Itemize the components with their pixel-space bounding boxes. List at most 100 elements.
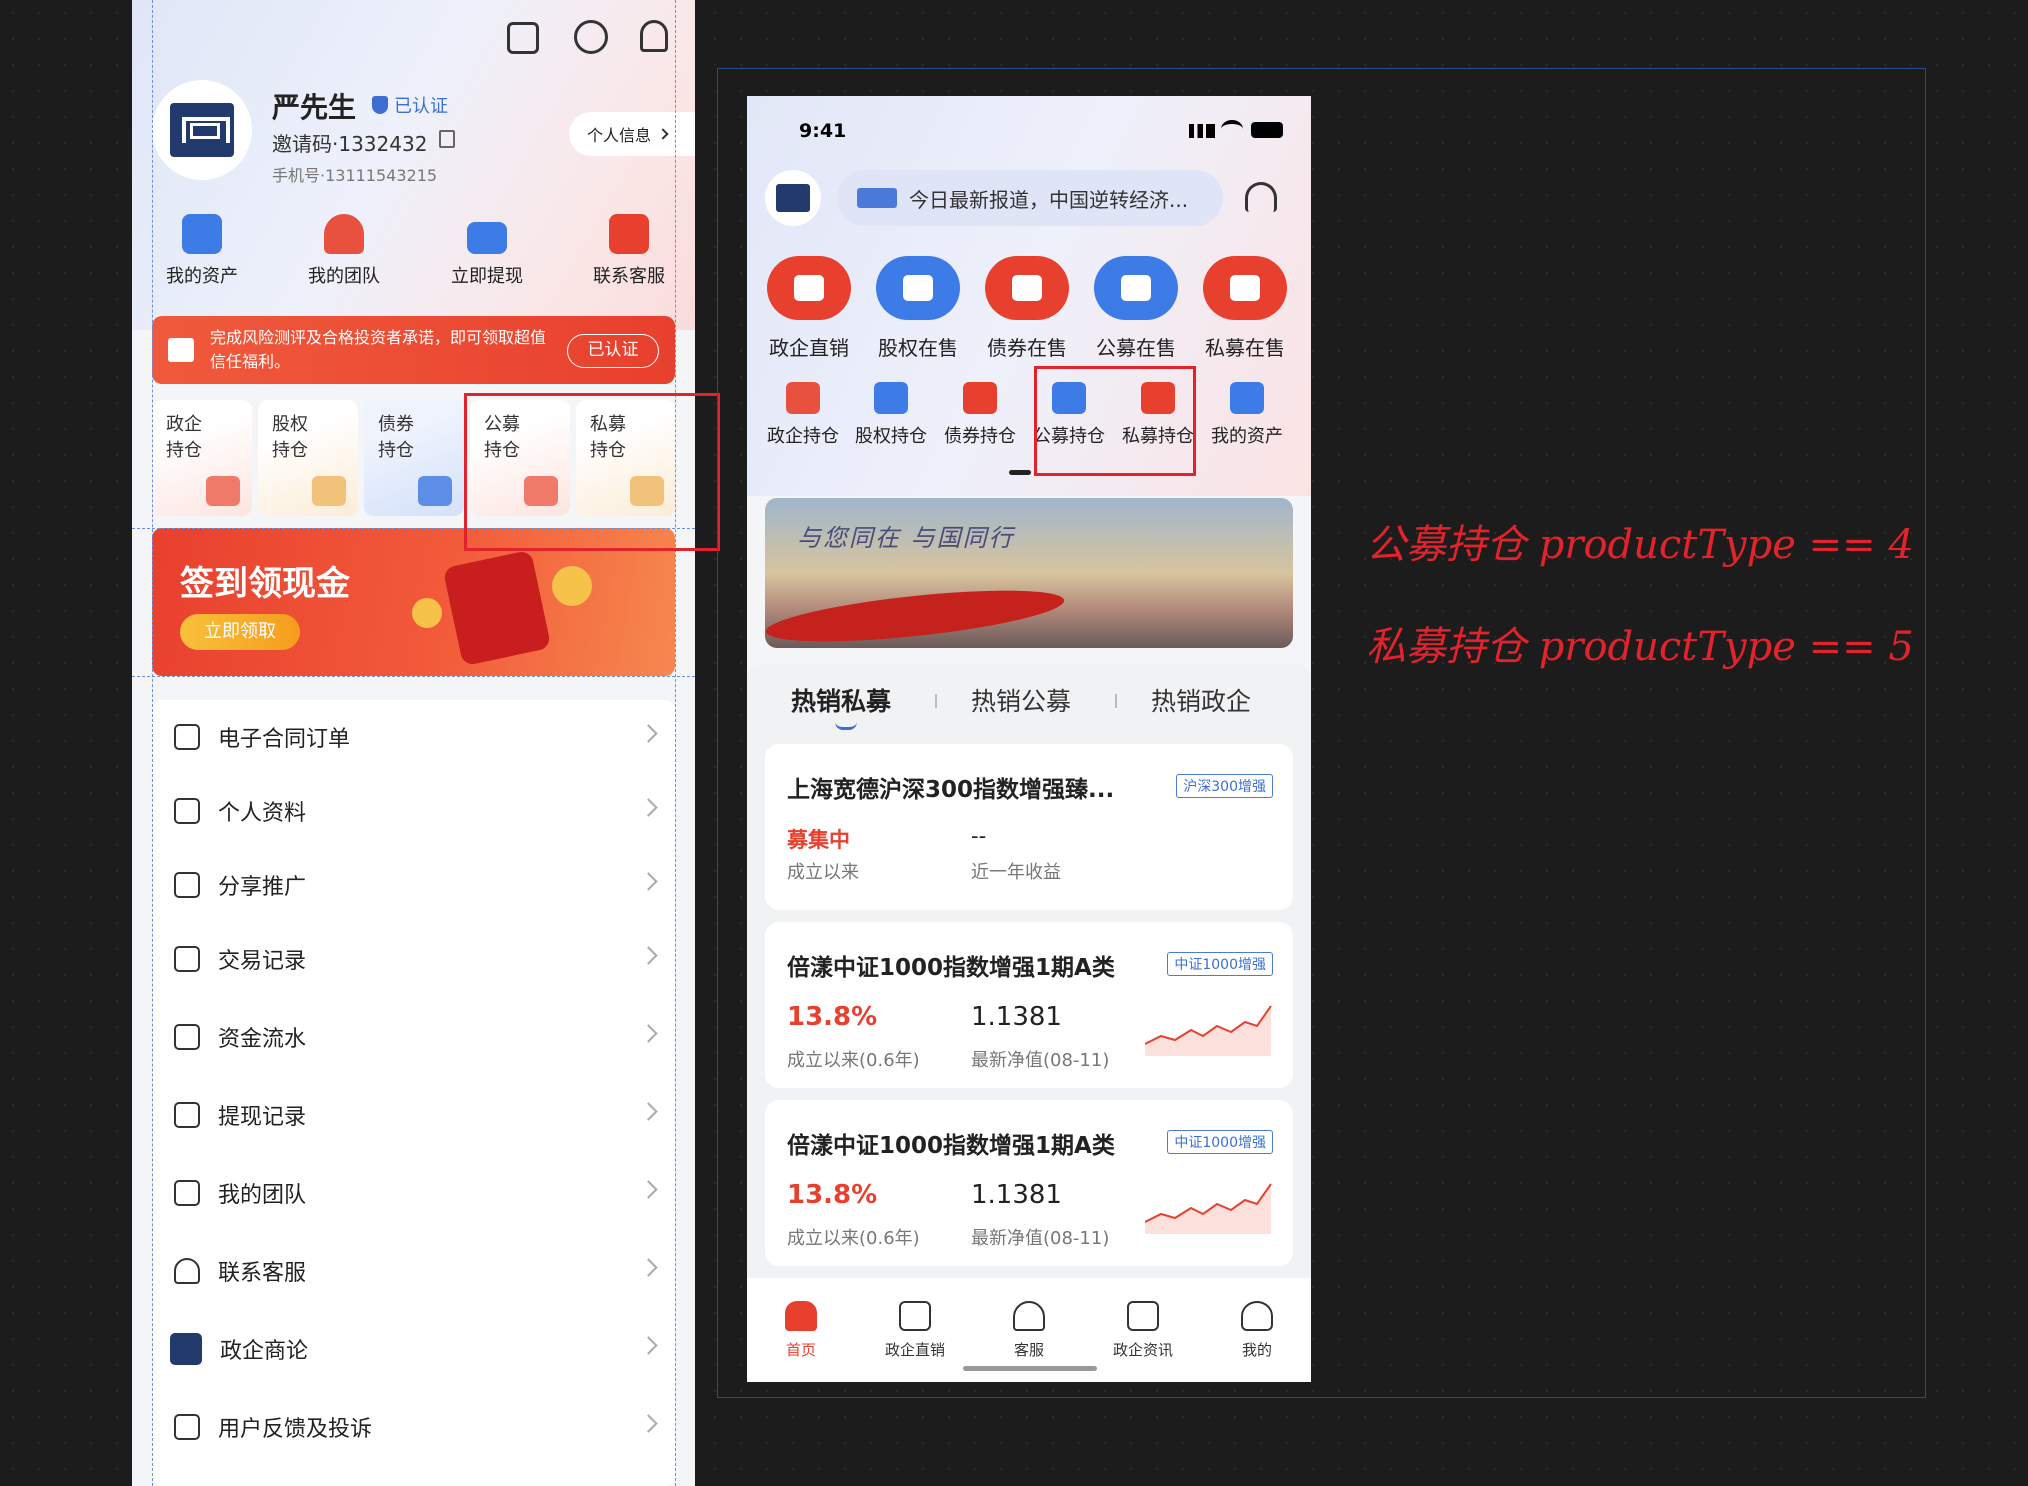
home-icon	[785, 1301, 817, 1331]
menu-item-transactions[interactable]: 交易记录	[152, 924, 675, 994]
transaction-search-icon	[174, 946, 200, 972]
holding-label: 政企持仓	[767, 426, 839, 447]
avatar[interactable]	[152, 80, 252, 180]
headset-icon	[174, 1258, 200, 1284]
tabbar-support[interactable]: 客服	[979, 1301, 1079, 1360]
headset-icon[interactable]	[1245, 182, 1277, 212]
verified-badge: 已认证	[372, 92, 448, 118]
holding-label: 我的资产	[1211, 426, 1283, 447]
tabbar-news[interactable]: 政企资讯	[1093, 1301, 1193, 1360]
holding-card-government[interactable]: 政企 持仓	[152, 400, 252, 516]
brand-app-icon	[170, 1333, 202, 1365]
tabbar-mine[interactable]: 我的	[1207, 1301, 1307, 1360]
wallet-icon	[182, 214, 222, 254]
trend-up-icon	[312, 476, 346, 506]
holding-equity[interactable]: 股权持仓	[846, 382, 936, 448]
bell-icon[interactable]	[640, 20, 668, 52]
menu-label: 用户反馈及投诉	[218, 1417, 373, 1442]
home-indicator	[963, 1366, 1097, 1371]
sale-government-direct[interactable]: 政企直销	[759, 256, 859, 361]
invite-code: 邀请码·1332432	[272, 132, 428, 156]
holding-my-assets[interactable]: 我的资产	[1202, 382, 1292, 448]
holding-card-equity[interactable]: 股权 持仓	[258, 400, 358, 516]
highlight-box-left	[464, 393, 720, 551]
quick-my-assets[interactable]: 我的资产	[152, 214, 252, 288]
product-label: 成立以来	[787, 862, 859, 883]
government-icon	[206, 476, 240, 506]
user-name: 严先生	[272, 91, 357, 124]
risk-notice-bar[interactable]: 完成风险测评及合格投资者承诺，即可领取超值信任福利。 已认证	[152, 316, 675, 384]
holding-label: 债券	[378, 414, 414, 435]
holding-card-bond[interactable]: 债券 持仓	[364, 400, 464, 516]
sale-public-fund[interactable]: 公募在售	[1086, 256, 1186, 361]
headset-icon	[609, 214, 649, 254]
chevron-right-icon	[639, 1414, 658, 1433]
menu-item-feedback[interactable]: 用户反馈及投诉	[152, 1392, 675, 1462]
copy-icon[interactable]	[439, 130, 455, 148]
banner-claim-button[interactable]: 立即领取	[180, 614, 300, 650]
product-status: 募集中	[787, 828, 850, 852]
verified-pill-button[interactable]: 已认证	[567, 334, 659, 368]
red-envelope-illustration	[442, 549, 552, 667]
quick-customer-service[interactable]: 联系客服	[579, 214, 679, 288]
product-card[interactable]: 倍漾中证1000指数增强1期A类 中证1000增强 13.8% 1.1381 成…	[765, 922, 1293, 1088]
sale-bond[interactable]: 债券在售	[977, 256, 1077, 361]
quick-my-team[interactable]: 我的团队	[294, 214, 394, 288]
brand-logo-button[interactable]	[765, 170, 821, 226]
product-tag: 沪深300增强	[1176, 774, 1273, 798]
product-label: 近一年收益	[971, 862, 1061, 883]
holding-government[interactable]: 政企持仓	[758, 382, 848, 448]
menu-item-profile[interactable]: 个人资料	[152, 776, 675, 846]
product-tag: 中证1000增强	[1167, 1130, 1273, 1154]
product-return: 13.8%	[787, 1180, 878, 1210]
tab-hot-public[interactable]: 热销公募	[971, 682, 1071, 718]
team-icon	[324, 214, 364, 254]
coin-icon	[552, 566, 592, 606]
product-card[interactable]: 上海宽德沪深300指数增强臻... 沪深300增强 募集中 -- 成立以来 近一…	[765, 744, 1293, 910]
sale-equity[interactable]: 股权在售	[868, 256, 968, 361]
profile-info-button[interactable]: 个人信息	[569, 112, 695, 156]
brand-logo-icon	[170, 103, 234, 157]
chart-card-icon	[418, 476, 452, 506]
guide-line	[132, 676, 695, 677]
menu-label: 我的团队	[218, 1183, 307, 1208]
gift-icon	[168, 338, 194, 362]
bond-chart-icon	[963, 382, 997, 414]
sale-private-fund[interactable]: 私募在售	[1195, 256, 1295, 361]
quick-withdraw[interactable]: 立即提现	[437, 214, 537, 288]
chevron-right-icon	[639, 798, 658, 817]
shield-check-icon	[372, 96, 388, 114]
tab-hot-government[interactable]: 热销政企	[1151, 682, 1251, 718]
product-nav: 1.1381	[971, 1180, 1062, 1210]
holding-bond[interactable]: 债券持仓	[935, 382, 1025, 448]
product-yield: --	[971, 824, 987, 848]
wallet-icon	[1230, 382, 1264, 414]
menu-item-support[interactable]: 联系客服	[152, 1236, 675, 1306]
tab-hot-private[interactable]: 热销私募	[791, 682, 891, 718]
product-return: 13.8%	[787, 1002, 878, 1032]
edit-profile-icon	[174, 798, 200, 824]
slogan-banner[interactable]: 与您同在 与国同行	[765, 498, 1293, 648]
tab-separator	[1115, 694, 1117, 708]
product-label: 成立以来(0.6年)	[787, 1050, 920, 1071]
tabbar-government-direct[interactable]: 政企直销	[865, 1301, 965, 1360]
menu-item-forum[interactable]: 政企商论	[152, 1314, 675, 1384]
sale-label: 政企直销	[769, 336, 849, 360]
banner-title: 签到领现金	[180, 564, 350, 604]
menu-item-team[interactable]: 我的团队	[152, 1158, 675, 1228]
news-search-bar[interactable]: 今日最新报道，中国逆转经济...	[837, 170, 1223, 226]
menu-item-withdrawals[interactable]: 提现记录	[152, 1080, 675, 1150]
scan-icon[interactable]	[507, 22, 539, 54]
menu-label: 政企商论	[220, 1339, 309, 1364]
settings-icon[interactable]	[574, 20, 608, 54]
menu-item-share[interactable]: 分享推广	[152, 850, 675, 920]
holding-label: 持仓	[166, 440, 202, 461]
product-label: 成立以来(0.6年)	[787, 1228, 920, 1249]
product-card[interactable]: 倍漾中证1000指数增强1期A类 中证1000增强 13.8% 1.1381 成…	[765, 1100, 1293, 1266]
holding-label: 债券持仓	[944, 426, 1016, 447]
menu-item-fund-flow[interactable]: 资金流水	[152, 1002, 675, 1072]
menu-item-contracts[interactable]: 电子合同订单	[152, 702, 675, 772]
tabbar-home[interactable]: 首页	[751, 1301, 851, 1360]
government-icon	[767, 256, 851, 320]
tabbar-label: 政企资讯	[1112, 1341, 1173, 1359]
